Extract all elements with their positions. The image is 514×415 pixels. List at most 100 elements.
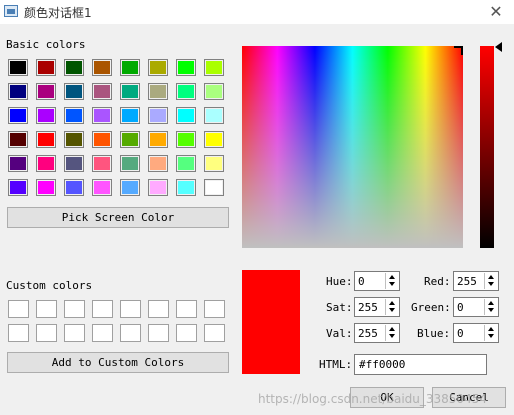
basic-color-swatch[interactable]	[148, 107, 168, 124]
basic-color-swatch[interactable]	[204, 59, 224, 76]
basic-color-swatch[interactable]	[148, 131, 168, 148]
spin-arrows[interactable]	[484, 273, 497, 289]
basic-color-swatch[interactable]	[64, 83, 84, 100]
basic-color-swatch[interactable]	[120, 131, 140, 148]
basic-color-swatch[interactable]	[92, 107, 112, 124]
basic-color-swatch[interactable]	[148, 155, 168, 172]
basic-color-swatch[interactable]	[8, 83, 28, 100]
basic-color-swatch[interactable]	[92, 155, 112, 172]
basic-color-swatch[interactable]	[8, 59, 28, 76]
hue-spinbox[interactable]: 0	[354, 271, 400, 291]
spin-up-icon[interactable]	[389, 327, 395, 331]
blue-spinbox[interactable]: 0	[453, 323, 499, 343]
custom-color-slot[interactable]	[148, 300, 169, 318]
basic-color-swatch[interactable]	[148, 83, 168, 100]
spin-down-icon[interactable]	[488, 334, 494, 338]
custom-color-slot[interactable]	[120, 300, 141, 318]
basic-color-swatch[interactable]	[176, 131, 196, 148]
sat-spinbox[interactable]: 255	[354, 297, 400, 317]
basic-color-swatch[interactable]	[8, 179, 28, 196]
pick-screen-color-button[interactable]: Pick Screen Color	[7, 207, 229, 228]
basic-colors-label: Basic colors	[6, 38, 86, 51]
val-spinbox[interactable]: 255	[354, 323, 400, 343]
basic-color-swatch[interactable]	[204, 131, 224, 148]
custom-color-slot[interactable]	[92, 324, 113, 342]
basic-color-swatch[interactable]	[92, 59, 112, 76]
basic-color-swatch[interactable]	[204, 83, 224, 100]
basic-color-swatch[interactable]	[204, 179, 224, 196]
basic-color-swatch[interactable]	[64, 179, 84, 196]
basic-color-swatch[interactable]	[120, 179, 140, 196]
custom-color-slot[interactable]	[148, 324, 169, 342]
basic-color-swatch[interactable]	[120, 155, 140, 172]
basic-color-swatch[interactable]	[64, 59, 84, 76]
custom-color-slot[interactable]	[36, 300, 57, 318]
basic-color-swatch[interactable]	[176, 107, 196, 124]
basic-color-swatch[interactable]	[176, 59, 196, 76]
spin-down-icon[interactable]	[389, 334, 395, 338]
spin-down-icon[interactable]	[389, 282, 395, 286]
custom-color-slot[interactable]	[92, 300, 113, 318]
spin-arrows[interactable]	[484, 299, 497, 315]
spin-up-icon[interactable]	[488, 275, 494, 279]
window-title: 颜色对话框1	[24, 6, 92, 20]
basic-color-swatch[interactable]	[176, 179, 196, 196]
html-input[interactable]: #ff0000	[354, 354, 487, 375]
basic-color-swatch[interactable]	[204, 107, 224, 124]
basic-color-swatch[interactable]	[36, 59, 56, 76]
basic-color-swatch[interactable]	[8, 131, 28, 148]
spin-down-icon[interactable]	[488, 308, 494, 312]
spin-down-icon[interactable]	[488, 282, 494, 286]
basic-color-swatch[interactable]	[36, 155, 56, 172]
value-slider-arrow-icon[interactable]	[495, 42, 502, 52]
custom-color-slot[interactable]	[176, 324, 197, 342]
spin-up-icon[interactable]	[488, 327, 494, 331]
custom-color-slot[interactable]	[120, 324, 141, 342]
spin-arrows[interactable]	[385, 299, 398, 315]
basic-color-swatch[interactable]	[176, 155, 196, 172]
basic-color-swatch[interactable]	[120, 59, 140, 76]
close-icon[interactable]: ✕	[486, 2, 506, 22]
spin-arrows[interactable]	[385, 273, 398, 289]
spin-up-icon[interactable]	[488, 301, 494, 305]
basic-color-swatch[interactable]	[36, 107, 56, 124]
spin-up-icon[interactable]	[389, 275, 395, 279]
hue-saturation-picker[interactable]	[242, 46, 463, 248]
custom-color-slot[interactable]	[64, 324, 85, 342]
custom-color-slot[interactable]	[8, 324, 29, 342]
basic-color-swatch[interactable]	[8, 107, 28, 124]
basic-color-swatch[interactable]	[36, 179, 56, 196]
custom-color-slot[interactable]	[36, 324, 57, 342]
red-spinbox[interactable]: 255	[453, 271, 499, 291]
spin-arrows[interactable]	[385, 325, 398, 341]
custom-color-slot[interactable]	[176, 300, 197, 318]
picker-crosshair-vertical[interactable]	[461, 46, 463, 55]
green-value: 0	[457, 301, 464, 314]
basic-color-swatch[interactable]	[36, 131, 56, 148]
basic-color-swatch[interactable]	[120, 83, 140, 100]
value-slider[interactable]	[480, 46, 494, 248]
custom-color-slot[interactable]	[204, 300, 225, 318]
hue-value: 0	[358, 275, 365, 288]
green-spinbox[interactable]: 0	[453, 297, 499, 317]
add-to-custom-colors-button[interactable]: Add to Custom Colors	[7, 352, 229, 373]
custom-color-slot[interactable]	[64, 300, 85, 318]
basic-color-swatch[interactable]	[92, 179, 112, 196]
basic-color-swatch[interactable]	[176, 83, 196, 100]
basic-color-swatch[interactable]	[8, 155, 28, 172]
basic-color-swatch[interactable]	[204, 155, 224, 172]
basic-color-swatch[interactable]	[36, 83, 56, 100]
basic-color-swatch[interactable]	[64, 131, 84, 148]
basic-color-swatch[interactable]	[64, 107, 84, 124]
basic-color-swatch[interactable]	[92, 131, 112, 148]
basic-color-swatch[interactable]	[64, 155, 84, 172]
basic-color-swatch[interactable]	[92, 83, 112, 100]
spin-up-icon[interactable]	[389, 301, 395, 305]
spin-arrows[interactable]	[484, 325, 497, 341]
custom-color-slot[interactable]	[204, 324, 225, 342]
custom-color-slot[interactable]	[8, 300, 29, 318]
basic-color-swatch[interactable]	[148, 59, 168, 76]
basic-color-swatch[interactable]	[120, 107, 140, 124]
basic-color-swatch[interactable]	[148, 179, 168, 196]
spin-down-icon[interactable]	[389, 308, 395, 312]
